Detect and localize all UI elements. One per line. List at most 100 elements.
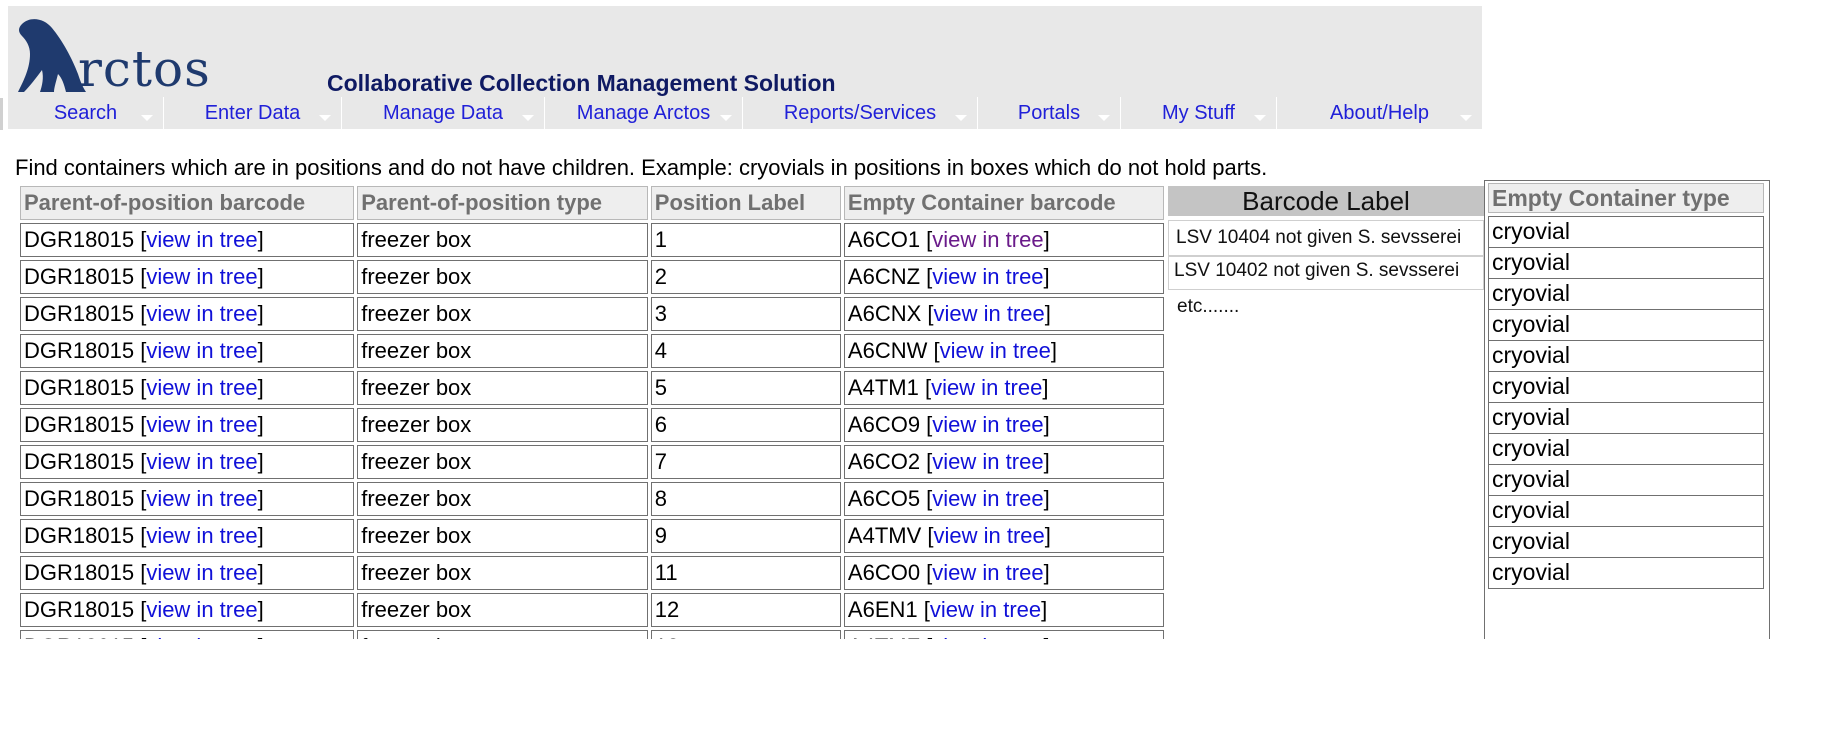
view-in-tree-link[interactable]: view in tree <box>146 449 257 474</box>
view-in-tree-link[interactable]: view in tree <box>146 634 257 639</box>
view-in-tree-link[interactable]: view in tree <box>934 523 1045 548</box>
parent-barcode-cell: DGR18015 [view in tree] <box>20 630 355 639</box>
view-in-tree-link[interactable]: view in tree <box>932 634 1043 639</box>
view-in-tree-link[interactable]: view in tree <box>934 301 1045 326</box>
empty-barcode-cell-value: A6CNW <box>847 338 928 363</box>
view-in-tree-link[interactable]: view in tree <box>146 264 257 289</box>
parent-barcode-cell-value: DGR18015 <box>24 264 135 289</box>
position-label-cell: 1 <box>650 223 841 257</box>
results-table: Parent-of-position barcode Parent-of-pos… <box>17 183 1167 639</box>
parent-barcode-cell-value: DGR18015 <box>24 486 135 511</box>
parent-barcode-cell: DGR18015 [view in tree] <box>20 260 355 294</box>
empty-container-type-cell: cryovial <box>1488 216 1764 248</box>
view-in-tree-link[interactable]: view in tree <box>146 338 257 363</box>
column-header-position-label[interactable]: Position Label <box>650 186 841 220</box>
parent-type-cell: freezer box <box>357 630 648 639</box>
empty-container-type-cell: cryovial <box>1488 557 1764 589</box>
empty-barcode-cell-value: A6CO5 <box>847 486 921 511</box>
empty-barcode-cell: A6EN1 [view in tree] <box>843 593 1164 627</box>
empty-barcode-cell: A6CNW [view in tree] <box>843 334 1164 368</box>
position-label-cell: 4 <box>650 334 841 368</box>
empty-barcode-cell-value: A6EN1 <box>847 597 918 622</box>
parent-type-cell: freezer box <box>357 371 648 405</box>
position-label-cell: 5 <box>650 371 841 405</box>
view-in-tree-link[interactable]: view in tree <box>932 412 1043 437</box>
empty-barcode-cell-value: A6CNZ <box>847 264 921 289</box>
parent-barcode-cell-value: DGR18015 <box>24 560 135 585</box>
parent-barcode-cell-value: DGR18015 <box>24 523 135 548</box>
table-row: DGR18015 [view in tree] freezer box 12 A6EN… <box>20 593 1164 627</box>
empty-barcode-cell: A6CO2 [view in tree] <box>843 445 1164 479</box>
view-in-tree-link[interactable]: view in tree <box>146 375 257 400</box>
view-in-tree-link[interactable]: view in tree <box>146 301 257 326</box>
empty-container-type-cell: cryovial <box>1488 340 1764 372</box>
parent-type-cell: freezer box <box>357 556 648 590</box>
empty-container-type-cell: cryovial <box>1488 526 1764 558</box>
parent-barcode-cell: DGR18015 [view in tree] <box>20 445 355 479</box>
empty-barcode-cell-value: A6CO0 <box>847 560 921 585</box>
view-in-tree-link[interactable]: view in tree <box>146 486 257 511</box>
view-in-tree-link[interactable]: view in tree <box>931 375 1042 400</box>
table-row: DGR18015 [view in tree]freezer box13A4TM… <box>20 630 1164 639</box>
column-header-empty-container-type[interactable]: Empty Container type <box>1488 183 1764 213</box>
view-in-tree-link[interactable]: view in tree <box>932 486 1043 511</box>
position-label-cell: 6 <box>650 408 841 442</box>
position-label-cell: 3 <box>650 297 841 331</box>
empty-barcode-cell: A6CO5 [view in tree] <box>843 482 1164 516</box>
parent-type-cell: freezer box <box>357 519 648 553</box>
empty-barcode-cell: A4TM1 [view in tree] <box>843 371 1164 405</box>
column-header-parent-type[interactable]: Parent-of-position type <box>357 186 648 220</box>
empty-container-type-cell: cryovial <box>1488 433 1764 465</box>
view-in-tree-link[interactable]: view in tree <box>932 560 1043 585</box>
parent-barcode-cell-value: DGR18015 <box>24 634 134 639</box>
view-in-tree-link[interactable]: view in tree <box>146 227 257 252</box>
parent-barcode-cell: DGR18015 [view in tree] <box>20 556 355 590</box>
table-row: DGR18015 [view in tree] freezer box 2 A6CNZ… <box>20 260 1164 294</box>
parent-barcode-cell-value: DGR18015 <box>24 301 135 326</box>
parent-type-cell: freezer box <box>357 223 648 257</box>
parent-type-cell: freezer box <box>357 593 648 627</box>
view-in-tree-link[interactable]: view in tree <box>146 597 257 622</box>
empty-container-type-cell: cryovial <box>1488 247 1764 279</box>
column-header-parent-barcode[interactable]: Parent-of-position barcode <box>20 186 355 220</box>
parent-barcode-cell-value: DGR18015 <box>24 449 135 474</box>
parent-type-cell: freezer box <box>357 297 648 331</box>
empty-container-type-cell: cryovial <box>1488 371 1764 403</box>
empty-barcode-cell-value: A6CO2 <box>847 449 921 474</box>
empty-container-type-cell: cryovial <box>1488 402 1764 434</box>
table-header-row: Parent-of-position barcode Parent-of-pos… <box>20 186 1164 220</box>
empty-container-type-cell: cryovial <box>1488 278 1764 310</box>
empty-barcode-cell-value: A6CO9 <box>847 412 921 437</box>
parent-barcode-cell-value: DGR18015 <box>24 597 135 622</box>
column-header-empty-barcode[interactable]: Empty Container barcode <box>843 186 1164 220</box>
empty-barcode-cell: A4TMF [view in tree] <box>843 630 1164 639</box>
parent-barcode-cell: DGR18015 [view in tree] <box>20 223 355 257</box>
barcode-label-header: Barcode Label <box>1168 186 1484 216</box>
empty-barcode-cell-value: A4TMF <box>848 634 920 639</box>
table-row: DGR18015 [view in tree] freezer box 4 A6CNW… <box>20 334 1164 368</box>
table-body: DGR18015 [view in tree] freezer box 1 A6CO1… <box>20 223 1164 639</box>
barcode-label-text: LSV 10402 not given S. sevsserei <box>1174 260 1460 281</box>
empty-barcode-cell: A6CNX [view in tree] <box>843 297 1164 331</box>
view-in-tree-link[interactable]: view in tree <box>932 264 1043 289</box>
parent-type-cell: freezer box <box>357 260 648 294</box>
table-row: DGR18015 [view in tree] freezer box 6 A6CO9… <box>20 408 1164 442</box>
empty-container-type-cell: cryovial <box>1488 309 1764 341</box>
view-in-tree-link[interactable]: view in tree <box>932 227 1043 252</box>
parent-type-cell: freezer box <box>357 482 648 516</box>
parent-barcode-cell-value: DGR18015 <box>24 227 135 252</box>
view-in-tree-link[interactable]: view in tree <box>146 523 257 548</box>
view-in-tree-link[interactable]: view in tree <box>932 449 1043 474</box>
view-in-tree-link[interactable]: view in tree <box>146 412 257 437</box>
position-label-cell: 12 <box>650 593 841 627</box>
empty-barcode-cell: A6CO0 [view in tree] <box>843 556 1164 590</box>
parent-barcode-cell: DGR18015 [view in tree] <box>20 297 355 331</box>
barcode-label-text: etc....... <box>1177 296 1240 317</box>
view-in-tree-link[interactable]: view in tree <box>146 560 257 585</box>
table-row: DGR18015 [view in tree] freezer box 9 A4TMV… <box>20 519 1164 553</box>
view-in-tree-link[interactable]: view in tree <box>940 338 1051 363</box>
empty-barcode-cell: A6CO9 [view in tree] <box>843 408 1164 442</box>
parent-barcode-cell-value: DGR18015 <box>24 412 135 437</box>
parent-type-cell: freezer box <box>357 445 648 479</box>
view-in-tree-link[interactable]: view in tree <box>930 597 1041 622</box>
